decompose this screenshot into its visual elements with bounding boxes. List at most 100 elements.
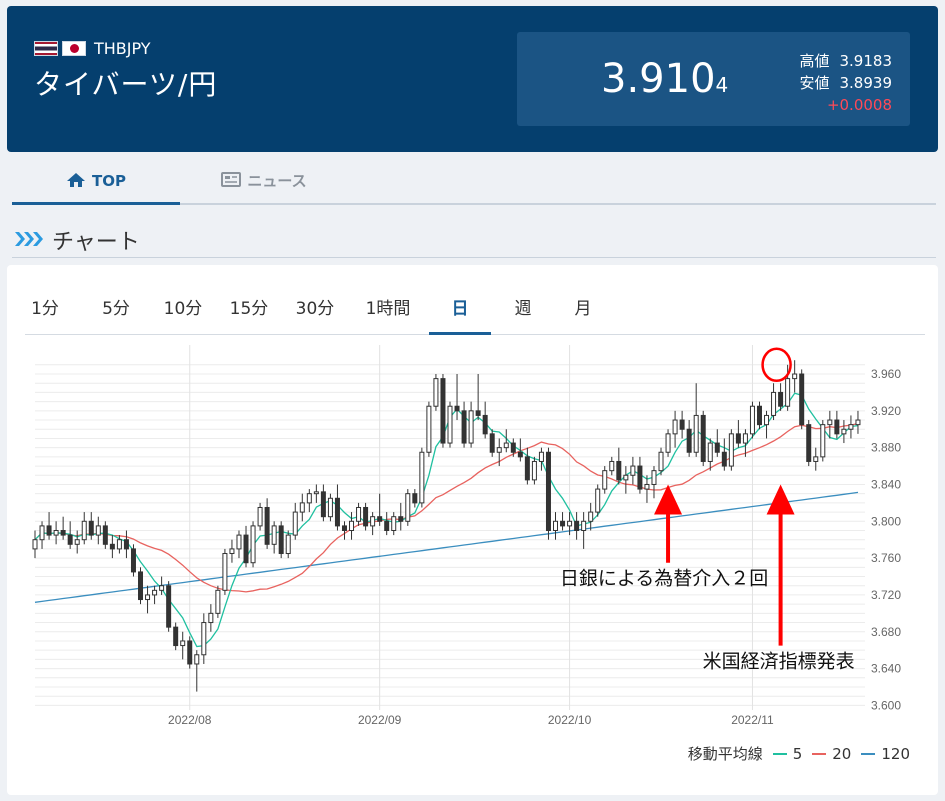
candle-body [553,520,559,531]
candle-body [721,451,727,467]
ma-legend: 移動平均線 5 20 120 [688,743,910,764]
candle-body [756,405,762,426]
candle-body [405,493,411,522]
candle-body [602,470,608,490]
y-tick-label: 3.920 [871,404,901,418]
x-tick-label: 2022/11 [731,713,774,727]
candle-body [630,465,636,476]
candle-body [531,460,537,481]
low-row: 安値 3.8939 [799,72,892,94]
candle-body [81,520,87,541]
candle-body [194,654,200,665]
main-tabs: TOP ニュース [12,160,936,205]
pair-code: THBJPY [94,39,151,58]
candle-body [771,391,777,416]
candle-body [623,474,629,481]
candle-body [848,424,854,430]
candle-body [679,419,685,430]
pair-name: タイバーツ/円 [34,68,218,101]
candle-body [306,493,312,504]
candle-body [820,424,826,458]
candle-body [349,520,355,531]
y-tick-label: 3.760 [871,551,901,565]
candle-body [145,594,151,601]
candle-body [229,548,235,555]
candle-body [271,525,277,545]
candle-body [658,451,664,472]
candle-body [834,419,840,435]
legend-ma120: 120 [861,745,910,763]
candle-body [67,534,73,545]
candle-body [806,424,812,462]
candle-body [489,433,495,453]
legend-ma5: 5 [772,745,802,763]
candle-body [426,405,432,453]
candle-body [700,414,706,462]
section-title: チャート [52,230,140,255]
candle-body [616,460,622,481]
candle-body [152,589,158,596]
thailand-flag-icon [34,41,58,56]
y-tick-label: 3.600 [871,698,901,712]
candle-body [454,405,460,412]
candle-body [742,433,748,444]
y-tick-label: 3.680 [871,625,901,639]
tab-top-label: TOP [92,172,126,190]
candle-body [60,530,66,536]
candle-body [665,433,671,453]
candle-body [250,525,256,564]
candle-body [538,451,544,462]
tab-top[interactable]: TOP [12,160,180,205]
tab-news[interactable]: ニュース [180,160,348,205]
candle-body [510,442,516,453]
annotation-arrowhead [654,484,683,515]
candle-body [116,539,122,550]
candle-body [109,543,115,550]
candle-body [363,506,369,527]
candle-body [588,511,594,522]
candle-body [327,497,333,518]
candle-body [644,483,650,490]
candle-body [517,451,523,458]
candle-body [398,516,404,522]
candle-body [735,433,741,444]
current-price: 3.9104 [601,56,729,102]
candle-body [468,410,474,444]
candle-body [524,456,530,481]
candle-body [609,460,615,472]
japan-flag-icon [62,41,86,56]
candle-body [764,414,770,426]
candle-body [841,428,847,435]
candle-body [581,520,587,531]
home-icon [67,172,85,187]
candle-body [313,491,319,495]
chart-section-header: チャート [12,222,936,258]
candle-body [799,373,805,426]
candle-body [707,442,713,462]
high-value: 3.9183 [839,52,893,70]
y-tick-label: 3.800 [871,514,901,528]
candle-body [672,419,678,435]
candle-body [222,553,228,591]
candle-body [292,511,298,536]
candle-body [686,428,692,453]
candle-body [208,612,214,624]
candle-body [257,506,263,527]
candle-body [278,525,284,555]
candle-body [370,516,376,527]
candle-body [285,534,291,555]
candle-body [138,571,144,601]
candle-body [180,640,186,647]
candle-body [159,585,165,591]
candle-body [377,516,383,522]
x-tick-label: 2022/10 [548,713,592,727]
candle-body [74,539,80,545]
candle-body [637,465,643,490]
candle-body [419,451,425,504]
high-row: 高値 3.9183 [799,50,892,72]
candle-body [102,525,108,545]
candle-body [46,525,52,536]
candle-body [32,539,38,550]
candle-body [496,447,502,453]
candle-body [728,433,734,467]
